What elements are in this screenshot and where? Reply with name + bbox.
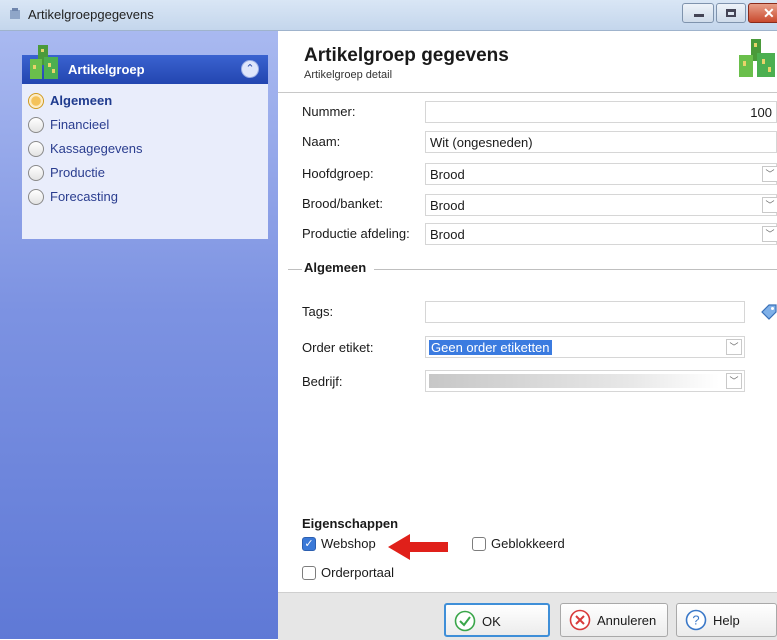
sidebar-item-label: Algemeen	[50, 93, 113, 108]
tags-label: Tags:	[302, 304, 334, 319]
brood-banket-value: Brood	[430, 198, 465, 213]
help-button[interactable]: ? Help	[676, 603, 777, 637]
chevron-down-icon[interactable]: ﹀	[726, 373, 742, 389]
hoofdgroep-label: Hoofdgroep:	[302, 166, 374, 181]
geblokkeerd-label: Geblokkeerd	[491, 536, 565, 551]
help-circle-icon: ?	[685, 609, 707, 631]
orderportaal-label: Orderportaal	[321, 565, 394, 580]
help-label: Help	[713, 613, 740, 628]
main-content: Artikelgroep gegevens Artikelgroep detai…	[278, 31, 777, 640]
maximize-icon	[726, 9, 736, 17]
ok-button[interactable]: OK	[444, 603, 550, 637]
radio-icon	[28, 141, 44, 157]
dialog-footer: OK Annuleren ? Help	[278, 592, 777, 640]
order-etiket-value: Geen order etiketten	[429, 340, 552, 355]
sidebar-panel: Artikelgroep ⌃ Algemeen Financieel Kassa…	[22, 45, 268, 239]
window-title: Artikelgroepgegevens	[28, 7, 154, 22]
nummer-field[interactable]: 100	[425, 101, 777, 123]
section-title-eigenschappen: Eigenschappen	[302, 516, 399, 531]
chevron-down-icon[interactable]: ﹀	[762, 226, 777, 242]
bedrijf-value-blurred	[429, 374, 719, 388]
header-divider	[278, 92, 777, 93]
sidebar-item-label: Kassagegevens	[50, 141, 143, 156]
red-arrow-icon	[388, 534, 448, 560]
collapse-up-icon[interactable]: ⌃	[241, 60, 259, 78]
annuleren-label: Annuleren	[597, 613, 657, 628]
chevron-down-icon[interactable]: ﹀	[762, 166, 777, 182]
order-etiket-label: Order etiket:	[302, 340, 374, 355]
radio-icon	[28, 189, 44, 205]
bedrijf-label: Bedrijf:	[302, 374, 343, 389]
tag-icon[interactable]	[759, 302, 777, 322]
nummer-value: 100	[750, 105, 772, 120]
annuleren-button[interactable]: Annuleren	[560, 603, 668, 637]
order-etiket-select[interactable]: Geen order etiketten ﹀	[425, 336, 745, 358]
hoofdgroep-select[interactable]: Brood ﹀	[425, 163, 777, 185]
buildings-logo-icon	[739, 39, 775, 77]
naam-field[interactable]: Wit (ongesneden)	[425, 131, 777, 153]
checkbox-icon	[472, 537, 486, 551]
section-line	[288, 269, 302, 270]
webshop-label: Webshop	[321, 536, 376, 551]
radio-icon	[28, 165, 44, 181]
buildings-icon	[30, 45, 58, 79]
svg-text:?: ?	[692, 613, 699, 628]
tags-input[interactable]	[425, 301, 745, 323]
sidebar-header-label: Artikelgroep	[68, 62, 145, 77]
productie-afdeling-value: Brood	[430, 227, 465, 242]
sidebar-item-label: Financieel	[50, 117, 110, 132]
sidebar-item-label: Productie	[50, 165, 105, 180]
page-subtitle: Artikelgroep detail	[304, 69, 393, 81]
app-icon	[10, 8, 20, 19]
brood-banket-select[interactable]: Brood ﹀	[425, 194, 777, 216]
minimize-button[interactable]	[682, 3, 714, 23]
close-button[interactable]: ✕	[748, 3, 777, 23]
sidebar-item-label: Forecasting	[50, 189, 118, 204]
close-icon: ✕	[763, 5, 775, 21]
ok-label: OK	[482, 614, 501, 629]
radio-icon	[28, 93, 44, 109]
radio-icon	[28, 117, 44, 133]
page-title: Artikelgroep gegevens	[304, 45, 509, 66]
checkbox-icon	[302, 566, 316, 580]
productie-afdeling-select[interactable]: Brood ﹀	[425, 223, 777, 245]
section-title-algemeen: Algemeen	[304, 260, 367, 275]
check-circle-icon	[454, 610, 476, 632]
sidebar-header[interactable]: Artikelgroep ⌃	[22, 45, 268, 84]
naam-label: Naam:	[302, 134, 341, 149]
productie-afdeling-label: Productie afdeling:	[302, 226, 410, 241]
chevron-down-icon[interactable]: ﹀	[762, 197, 777, 213]
check-icon: ✓	[302, 537, 316, 551]
hoofdgroep-value: Brood	[430, 167, 465, 182]
window-titlebar: Artikelgroepgegevens ✕	[0, 0, 777, 31]
nummer-label: Nummer:	[302, 104, 356, 119]
brood-banket-label: Brood/banket:	[302, 196, 383, 211]
maximize-button[interactable]	[716, 3, 746, 23]
naam-value: Wit (ongesneden)	[430, 135, 533, 150]
cancel-circle-icon	[569, 609, 591, 631]
chevron-down-icon[interactable]: ﹀	[726, 339, 742, 355]
section-line	[374, 269, 777, 270]
minimize-icon	[694, 14, 704, 17]
bedrijf-select[interactable]: ﹀	[425, 370, 745, 392]
sidebar: Artikelgroep ⌃ Algemeen Financieel Kassa…	[0, 31, 278, 639]
